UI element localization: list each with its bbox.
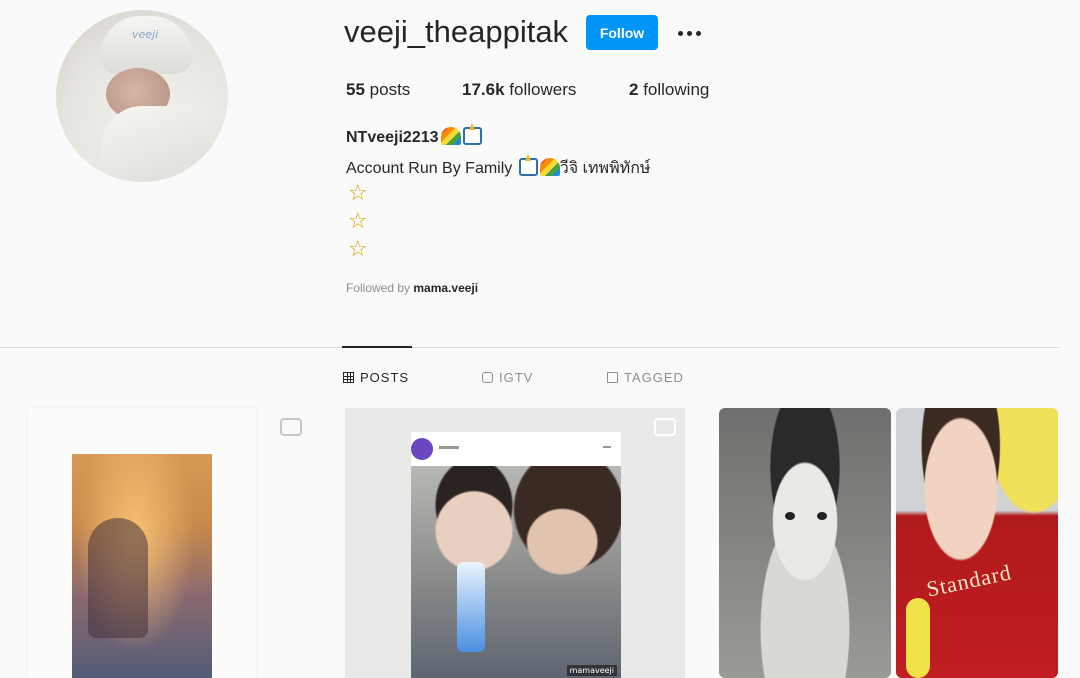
following-stat[interactable]: 2 following: [629, 80, 709, 100]
tab-posts[interactable]: POSTS: [343, 370, 409, 385]
followers-label: followers: [509, 80, 577, 99]
tab-igtv[interactable]: IGTV: [482, 370, 533, 385]
tabs-divider: [0, 347, 1060, 348]
tab-tagged[interactable]: TAGGED: [607, 370, 684, 385]
post-image-figure: [88, 518, 148, 638]
unicorn-emoji-icon: [462, 123, 482, 145]
star-icon: ☆: [348, 237, 368, 262]
active-tab-indicator: [342, 346, 412, 348]
followed-by-label: Followed by: [346, 281, 411, 295]
avatar-blanket: [102, 106, 228, 182]
more-options-icon[interactable]: [672, 16, 706, 50]
follow-button[interactable]: Follow: [586, 15, 658, 50]
post-username-placeholder: [439, 446, 459, 449]
unicorn-emoji-icon: [518, 154, 538, 176]
followers-stat[interactable]: 17.6k followers: [462, 80, 576, 100]
post-image-toy: [906, 598, 930, 678]
followed-by-user-link[interactable]: mama.veeji: [413, 281, 478, 295]
reel-icon: [280, 418, 302, 436]
bio-text: Account Run By Family: [346, 160, 513, 177]
full-name-text: NTveeji2213: [346, 129, 439, 146]
rainbow-emoji-icon: [440, 127, 461, 145]
post-photo-bottle: [457, 562, 485, 652]
post-thumbnail[interactable]: [719, 408, 891, 678]
avatar: [411, 438, 433, 460]
post-image-text: Standard: [924, 559, 1014, 602]
followers-count: 17.6k: [462, 80, 505, 99]
reel-icon: [654, 418, 676, 436]
following-label: following: [643, 80, 710, 99]
igtv-icon: [482, 372, 493, 383]
more-icon: [603, 446, 611, 448]
tab-igtv-label: IGTV: [499, 370, 534, 385]
post-thumbnail[interactable]: [28, 408, 256, 678]
post-thumbnail[interactable]: mamaveeji: [345, 408, 685, 678]
posts-count: 55: [346, 80, 365, 99]
post-watermark: mamaveeji: [566, 665, 617, 676]
avatar-hat: [100, 16, 192, 74]
following-count: 2: [629, 80, 639, 99]
posts-label: posts: [369, 80, 411, 99]
profile-username: veeji_theappitak: [344, 14, 569, 49]
post-image-detail: [785, 512, 795, 520]
rainbow-emoji-icon: [539, 158, 560, 176]
posts-count-stat: 55 posts: [346, 80, 410, 100]
post-photo: [411, 466, 621, 678]
profile-bio: Account Run By Family วีจิ เทพพิทักษ์: [346, 154, 651, 181]
grid-icon: [343, 372, 354, 383]
post-image: mamaveeji: [411, 432, 621, 678]
tag-icon: [607, 372, 618, 383]
tab-posts-label: POSTS: [360, 370, 410, 385]
star-icon: ☆: [348, 181, 368, 206]
profile-full-name: NTveeji2213: [346, 123, 482, 147]
followed-by: Followed by mama.veeji: [346, 281, 478, 295]
star-icon: ☆: [348, 209, 368, 234]
post-image-detail: [817, 512, 827, 520]
bio-thai-name: วีจิ เทพพิทักษ์: [559, 160, 651, 177]
post-thumbnail[interactable]: Standard: [896, 408, 1058, 678]
avatar-hat-label: veeji: [132, 28, 159, 41]
profile-avatar[interactable]: veeji: [56, 10, 228, 182]
tab-tagged-label: TAGGED: [624, 370, 684, 385]
